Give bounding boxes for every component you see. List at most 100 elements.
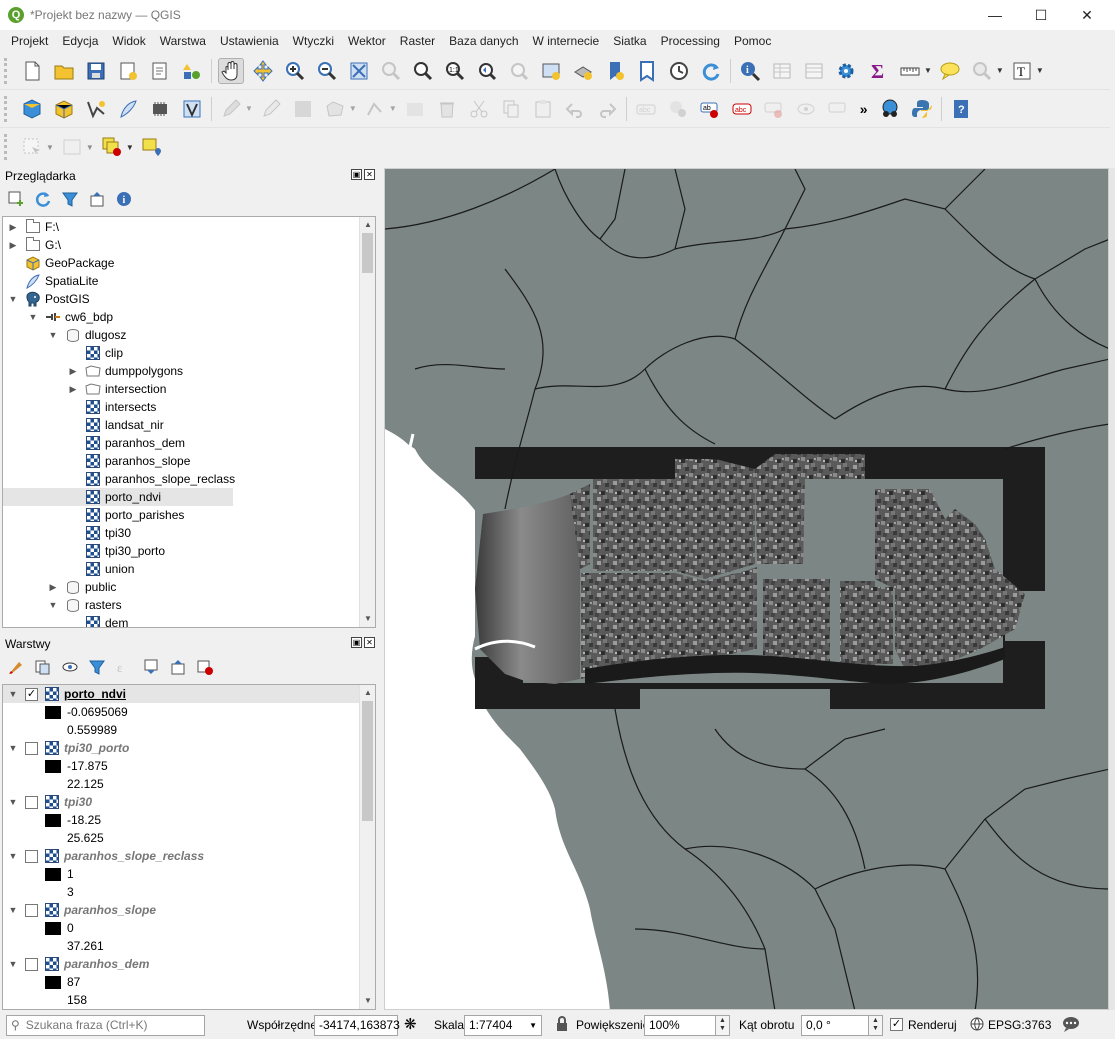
browser-item[interactable]: paranhos_dem — [3, 434, 185, 452]
browser-item[interactable]: ▼ rasters — [3, 596, 122, 614]
map-tips-icon[interactable] — [937, 58, 963, 84]
expanded-arrow-icon[interactable]: ▼ — [7, 959, 19, 969]
zoom-out-icon[interactable] — [314, 58, 340, 84]
layer-item[interactable]: ▼ paranhos_slope_reclass — [3, 847, 359, 865]
rotate-label-icon[interactable] — [825, 96, 851, 122]
statistics-table-icon[interactable] — [801, 58, 827, 84]
filter-legend-icon[interactable] — [86, 656, 108, 678]
current-edits-icon[interactable] — [218, 96, 244, 122]
text-annotation-icon[interactable]: T — [1009, 58, 1035, 84]
new-virtual-layer-icon[interactable] — [147, 96, 173, 122]
toolbar-grip[interactable] — [4, 95, 10, 122]
spin-arrows-icon[interactable]: ▲ ▼ — [716, 1014, 730, 1036]
menu-item[interactable]: Projekt — [4, 34, 55, 48]
label-highlight-icon[interactable]: ab — [697, 96, 723, 122]
help-icon[interactable]: ? — [948, 96, 974, 122]
float-panel-button[interactable]: ▣ — [351, 169, 362, 180]
remove-layer-icon[interactable] — [194, 656, 216, 678]
select-by-value-icon[interactable] — [59, 134, 85, 160]
refresh-browser-icon[interactable] — [32, 188, 54, 210]
locator-icon[interactable] — [969, 58, 995, 84]
zoom-in-icon[interactable] — [282, 58, 308, 84]
zoom-last-icon[interactable] — [474, 58, 500, 84]
menu-item[interactable]: Baza danych — [442, 34, 525, 48]
open-attribute-table-icon[interactable] — [769, 58, 795, 84]
browser-item[interactable]: landsat_nir — [3, 416, 164, 434]
rotation-spinbox[interactable]: 0,0 ° ▲ ▼ — [801, 1014, 883, 1036]
menu-item[interactable]: Warstwa — [153, 34, 213, 48]
data-source-manager-icon[interactable] — [19, 96, 45, 122]
layer-item[interactable]: ▼ paranhos_slope — [3, 901, 359, 919]
scrollbar-thumb[interactable] — [362, 233, 373, 273]
collapse-all-icon[interactable] — [86, 188, 108, 210]
zoom-to-layer-icon[interactable] — [410, 58, 436, 84]
collapsed-arrow-icon[interactable]: ▶ — [67, 384, 79, 395]
layer-visibility-checkbox[interactable] — [25, 741, 38, 755]
layer-item[interactable]: ▼ tpi30 — [3, 793, 359, 811]
close-panel-button[interactable]: ✕ — [364, 169, 375, 180]
open-project-icon[interactable] — [51, 58, 77, 84]
scroll-up-arrow-icon[interactable]: ▲ — [360, 217, 375, 233]
toolbar-grip[interactable] — [4, 134, 10, 160]
browser-item[interactable]: tpi30_porto — [3, 542, 165, 560]
expanded-arrow-icon[interactable]: ▼ — [7, 294, 19, 304]
zoom-full-icon[interactable] — [346, 58, 372, 84]
menu-item[interactable]: Raster — [393, 34, 442, 48]
new-print-layout-icon[interactable] — [115, 58, 141, 84]
coordinate-field[interactable]: -34174,163873 — [314, 1014, 400, 1036]
collapsed-arrow-icon[interactable]: ▶ — [7, 222, 19, 233]
layer-item[interactable]: ▼ ✓ porto_ndvi — [3, 685, 359, 703]
python-console-icon[interactable] — [909, 96, 935, 122]
pin-labels-icon[interactable] — [665, 96, 691, 122]
locator-search-input[interactable]: ⚲ Szukana fraza (Ctrl+K) — [6, 1014, 205, 1036]
menu-item[interactable]: Processing — [654, 34, 727, 48]
layer-visibility-checkbox[interactable] — [25, 795, 38, 809]
measure-line-icon[interactable] — [897, 58, 923, 84]
browser-item[interactable]: dem — [3, 614, 128, 627]
minimize-button[interactable]: — — [972, 0, 1018, 30]
save-edits-icon[interactable] — [290, 96, 316, 122]
refresh-icon[interactable] — [698, 58, 724, 84]
browser-item[interactable]: porto_ndvi — [3, 488, 233, 506]
browser-item[interactable]: ▶ public — [3, 578, 117, 596]
layer-item[interactable]: ▼ tpi30_porto — [3, 739, 359, 757]
menu-item[interactable]: Ustawienia — [213, 34, 286, 48]
menu-item[interactable]: W internecie — [526, 34, 607, 48]
float-panel-button[interactable]: ▣ — [351, 637, 362, 648]
toggle-editing-pencil-icon[interactable] — [258, 96, 284, 122]
toolbar-grip[interactable] — [4, 57, 10, 84]
save-project-icon[interactable] — [83, 58, 109, 84]
expanded-arrow-icon[interactable]: ▼ — [7, 743, 19, 753]
undo-icon[interactable] — [562, 96, 588, 122]
new-spatialite-layer-icon[interactable] — [115, 96, 141, 122]
layout-manager-icon[interactable] — [147, 58, 173, 84]
browser-item[interactable]: ▼ PostGIS — [3, 290, 90, 308]
select-by-location-icon[interactable] — [139, 134, 165, 160]
messages-icon[interactable] — [1062, 1016, 1080, 1035]
redo-icon[interactable] — [594, 96, 620, 122]
browser-item[interactable]: ▼ dlugosz — [3, 326, 127, 344]
show-hide-labels-icon[interactable] — [793, 96, 819, 122]
browser-item[interactable]: ▶ F:\ — [3, 218, 59, 236]
new-geopackage-layer-icon[interactable] — [51, 96, 77, 122]
label-red-abc-icon[interactable]: abc — [729, 96, 755, 122]
map-render[interactable] — [385, 169, 1109, 1010]
collapse-all-layers-icon[interactable] — [167, 656, 189, 678]
browser-item[interactable]: tpi30 — [3, 524, 131, 542]
layer-visibility-checkbox[interactable] — [25, 849, 38, 863]
new-map-view-icon[interactable] — [538, 58, 564, 84]
plugin-globe-icon[interactable] — [877, 96, 903, 122]
deselect-features-icon[interactable] — [99, 134, 125, 160]
zoom-to-selection-icon[interactable] — [378, 58, 404, 84]
toolbox-gear-icon[interactable] — [833, 58, 859, 84]
pan-map-icon[interactable] — [218, 57, 244, 84]
more-tools-chevron-icon[interactable]: » — [860, 101, 868, 117]
new-shapefile-layer-icon[interactable] — [83, 96, 109, 122]
pan-to-selection-icon[interactable] — [250, 58, 276, 84]
collapsed-arrow-icon[interactable]: ▶ — [47, 582, 59, 593]
add-selected-layers-icon[interactable] — [5, 188, 27, 210]
expanded-arrow-icon[interactable]: ▼ — [47, 330, 59, 340]
browser-item[interactable]: clip — [3, 344, 123, 362]
map-canvas[interactable] — [384, 168, 1109, 1010]
open-layer-styling-icon[interactable] — [5, 656, 27, 678]
